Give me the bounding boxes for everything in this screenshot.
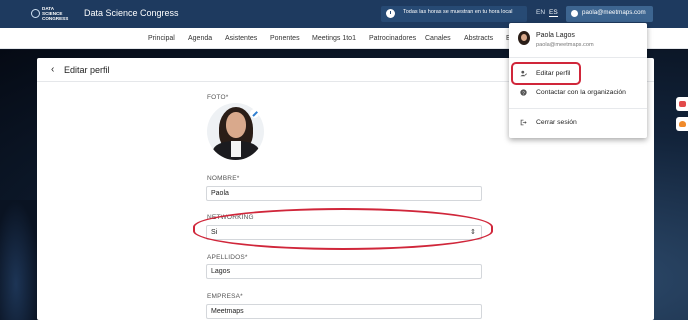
nombre-label: NOMBRE* xyxy=(207,175,240,182)
avatar xyxy=(518,31,530,45)
empresa-label: EMPRESA* xyxy=(207,293,243,300)
nav-item-canales[interactable]: Canales xyxy=(425,35,451,42)
logout-icon xyxy=(520,119,527,126)
info-icon xyxy=(386,9,395,18)
empresa-field[interactable] xyxy=(206,304,482,319)
help-icon: ? xyxy=(520,89,527,96)
apellidos-field[interactable] xyxy=(206,264,482,279)
logo-ring-icon xyxy=(31,9,40,18)
nav-item-principal[interactable]: Principal xyxy=(148,35,175,42)
timezone-text: Todas las horas se muestran en tu hora l… xyxy=(403,9,513,15)
chat-icon xyxy=(679,101,686,107)
language-es[interactable]: ES xyxy=(549,9,558,17)
nav-item-ponentes[interactable]: Ponentes xyxy=(270,35,300,42)
nav-item-abstracts[interactable]: Abstracts xyxy=(464,35,493,42)
nombre-value[interactable]: Paola xyxy=(211,190,229,197)
menu-item-contact[interactable]: Contactar con la organización xyxy=(536,89,626,96)
background-city-lights xyxy=(0,200,40,320)
nav-item-meetings[interactable]: Meetings 1to1 xyxy=(312,35,356,42)
photo-label: FOTO* xyxy=(207,94,229,101)
page-title: Editar perfil xyxy=(64,65,110,75)
pencil-icon[interactable] xyxy=(250,109,259,118)
apellidos-label: APELLIDOS* xyxy=(207,254,248,261)
side-notification-button[interactable] xyxy=(676,117,688,131)
nav-item-asistentes[interactable]: Asistentes xyxy=(225,35,257,42)
highlight-annotation-networking xyxy=(193,208,493,250)
svg-text:?: ? xyxy=(522,90,525,96)
logo-text: DATA SCIENCE CONGRESS xyxy=(42,6,69,21)
menu-divider xyxy=(509,108,647,109)
menu-divider xyxy=(509,57,647,58)
nombre-field[interactable] xyxy=(206,186,482,201)
event-logo[interactable]: DATA SCIENCE CONGRESS xyxy=(31,6,75,22)
nav-item-agenda[interactable]: Agenda xyxy=(188,35,212,42)
language-en[interactable]: EN xyxy=(536,9,545,16)
menu-item-logout[interactable]: Cerrar sesión xyxy=(536,119,577,126)
side-chat-button[interactable] xyxy=(676,97,688,111)
apellidos-value[interactable]: Lagos xyxy=(211,268,230,275)
photo-shirt xyxy=(231,141,241,157)
bell-icon xyxy=(679,121,686,127)
chevron-left-icon[interactable]: ‹ xyxy=(51,64,54,75)
menu-user-name: Paola Lagos xyxy=(536,32,575,39)
brand-title[interactable]: Data Science Congress xyxy=(84,8,179,18)
user-email[interactable]: paola@meetmaps.com xyxy=(582,9,646,16)
menu-user-email: paola@meetmaps.com xyxy=(536,42,594,48)
highlight-annotation-edit-profile xyxy=(511,62,581,85)
photo-face xyxy=(226,112,246,138)
user-circle-icon xyxy=(571,10,578,17)
nav-item-patrocinadores[interactable]: Patrocinadores xyxy=(369,35,416,42)
empresa-value[interactable]: Meetmaps xyxy=(211,308,244,315)
